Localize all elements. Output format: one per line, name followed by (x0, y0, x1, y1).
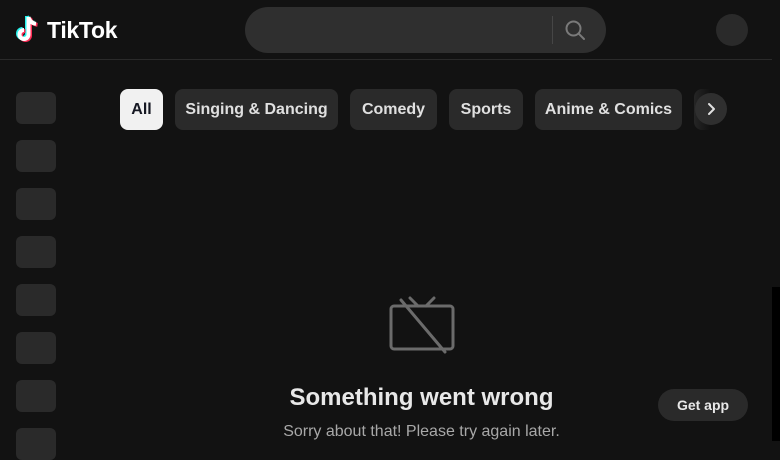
search-bar (245, 7, 606, 53)
tab-singing-dancing[interactable]: Singing & Dancing (175, 89, 338, 130)
tab-all[interactable]: All (120, 89, 163, 130)
sidebar-item[interactable] (16, 380, 56, 412)
error-message: Sorry about that! Please try again later… (283, 423, 560, 440)
tab-anime-comics[interactable]: Anime & Comics (535, 89, 682, 130)
scrollbar-track[interactable] (772, 287, 780, 441)
sidebar-item[interactable] (16, 92, 56, 124)
sidebar-item[interactable] (16, 428, 56, 460)
tab-comedy[interactable]: Comedy (350, 89, 437, 130)
chevron-right-icon (708, 103, 715, 115)
search-input[interactable] (265, 15, 549, 47)
sidebar-item[interactable] (16, 284, 56, 316)
tiktok-note-icon (16, 15, 38, 42)
sidebar-item[interactable] (16, 140, 56, 172)
sidebar-item[interactable] (16, 332, 56, 364)
tiktok-logo[interactable]: TikTok (16, 14, 118, 46)
sidebar-item[interactable] (16, 188, 56, 220)
search-button[interactable] (563, 18, 587, 42)
search-divider (552, 16, 553, 44)
logo-wordmark: TikTok (47, 16, 118, 43)
error-title: Something went wrong (289, 384, 554, 411)
search-icon (565, 20, 585, 40)
top-header: TikTok (0, 0, 772, 60)
sidebar-item[interactable] (16, 236, 56, 268)
tab-sports[interactable]: Sports (449, 89, 523, 130)
category-tabs: All Singing & Dancing Comedy Sports Anim… (120, 89, 740, 130)
get-app-button[interactable]: Get app (658, 389, 748, 421)
avatar[interactable] (716, 14, 748, 46)
no-connection-icon (389, 296, 455, 354)
tabs-next-button[interactable] (695, 93, 727, 125)
